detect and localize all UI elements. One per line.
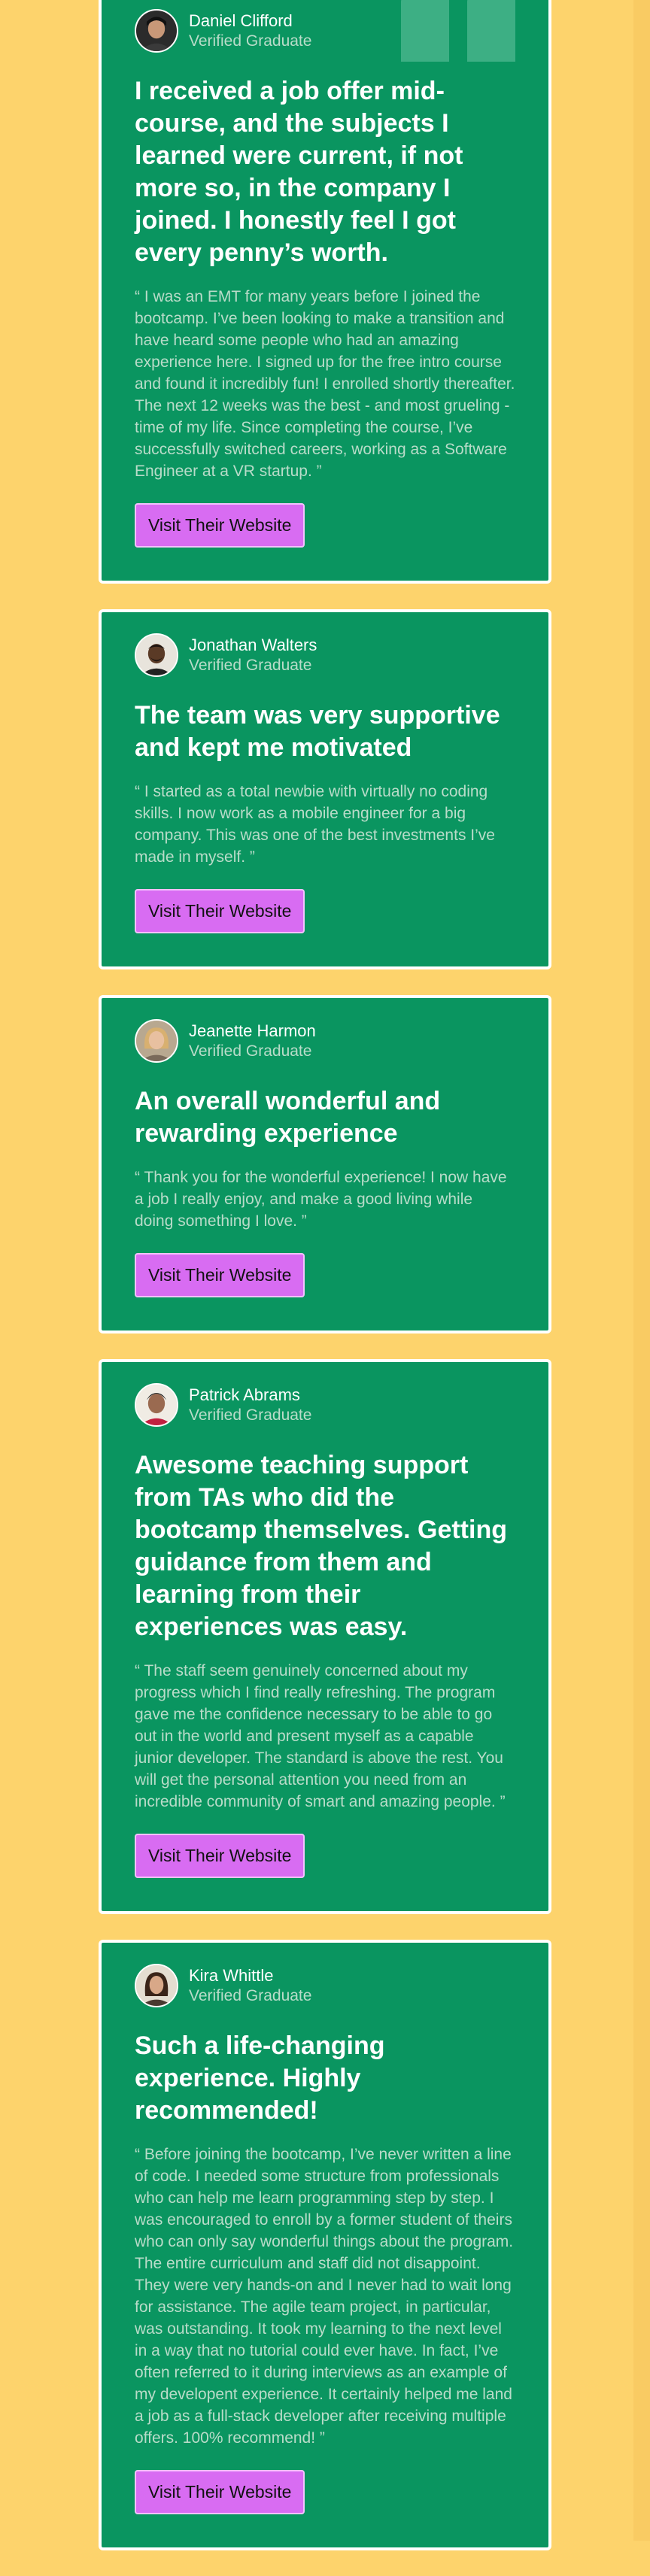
avatar [135, 1019, 178, 1063]
testimonial-headline: Awesome teaching support from TAs who di… [135, 1451, 507, 1641]
author-name: Patrick Abrams [189, 1385, 300, 1404]
author-info: Kira Whittle Verified Graduate [135, 1964, 515, 2007]
avatar-photo-icon [136, 635, 177, 675]
author-role: Verified Graduate [189, 1987, 312, 2004]
testimonial-card: Daniel Clifford Verified Graduate I rece… [99, 0, 551, 584]
author-name: Kira Whittle [189, 1966, 274, 1985]
author-role: Verified Graduate [189, 1042, 312, 1060]
author-role: Verified Graduate [189, 32, 312, 50]
testimonial-headline: Such a life-changing experience. Highly … [135, 2031, 385, 2125]
author-role: Verified Graduate [189, 1406, 312, 1424]
avatar-photo-icon [136, 11, 177, 51]
author-name: Jeanette Harmon [189, 1021, 316, 1040]
testimonial-card: Jonathan Walters Verified Graduate The t… [99, 609, 551, 969]
testimonial-headline: The team was very supportive and kept me… [135, 701, 500, 762]
visit-website-button[interactable]: Visit Their Website [135, 1253, 305, 1297]
testimonial-headline: An overall wonderful and rewarding exper… [135, 1087, 441, 1148]
testimonial-quote: “ The staff seem genuinely concerned abo… [135, 1662, 506, 1810]
testimonial-quote: “ Before joining the bootcamp, I’ve neve… [135, 2146, 514, 2447]
visit-website-button[interactable]: Visit Their Website [135, 1834, 305, 1878]
testimonial-card: Kira Whittle Verified Graduate Such a li… [99, 1940, 551, 2550]
avatar [135, 633, 178, 677]
visit-website-button[interactable]: Visit Their Website [135, 503, 305, 548]
author-info: Jeanette Harmon Verified Graduate [135, 1019, 515, 1063]
visit-website-button[interactable]: Visit Their Website [135, 2470, 305, 2514]
author-role: Verified Graduate [189, 657, 312, 674]
avatar [135, 1383, 178, 1427]
testimonial-card: Patrick Abrams Verified Graduate Awesome… [99, 1359, 551, 1914]
page-right-edge [633, 0, 650, 2541]
author-name: Daniel Clifford [189, 11, 293, 30]
avatar [135, 1964, 178, 2007]
author-name: Jonathan Walters [189, 636, 317, 654]
visit-website-button[interactable]: Visit Their Website [135, 889, 305, 933]
avatar-photo-icon [136, 1385, 177, 1425]
author-info: Daniel Clifford Verified Graduate [135, 9, 515, 53]
author-info: Jonathan Walters Verified Graduate [135, 633, 515, 677]
testimonial-card: Jeanette Harmon Verified Graduate An ove… [99, 995, 551, 1334]
testimonial-list: Daniel Clifford Verified Graduate I rece… [99, 0, 551, 2576]
avatar-photo-icon [136, 1965, 177, 2006]
testimonial-headline: I received a job offer mid-course, and t… [135, 77, 463, 267]
testimonial-quote: “ I was an EMT for many years before I j… [135, 288, 515, 480]
testimonial-quote: “ Thank you for the wonderful experience… [135, 1169, 507, 1230]
avatar [135, 9, 178, 53]
testimonial-quote: “ I started as a total newbie with virtu… [135, 783, 495, 866]
author-info: Patrick Abrams Verified Graduate [135, 1383, 515, 1427]
avatar-photo-icon [136, 1021, 177, 1061]
